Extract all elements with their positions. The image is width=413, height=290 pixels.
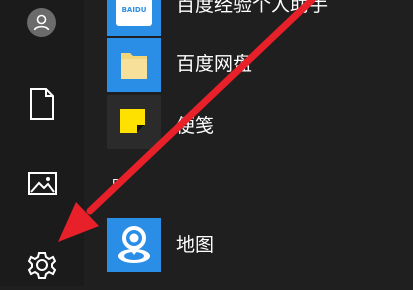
account-button[interactable] <box>22 3 62 43</box>
section-header[interactable]: D <box>112 177 121 191</box>
sticky-note-icon <box>120 109 145 133</box>
sticky-notes-tile <box>107 95 161 149</box>
settings-button[interactable] <box>20 243 64 286</box>
folder-icon <box>121 53 147 79</box>
maps-icon <box>118 226 150 263</box>
user-icon <box>27 8 56 37</box>
gear-icon <box>27 252 57 279</box>
baidu-experience-tile: BAIDU <box>107 0 161 36</box>
app-label: 便笺 <box>176 115 215 137</box>
document-icon <box>30 88 54 120</box>
app-label: 地图 <box>176 234 215 256</box>
app-label: 百度经验个人助手 <box>176 0 329 16</box>
start-menu-left-rail <box>0 0 84 286</box>
tile-text: BAIDU <box>121 6 147 14</box>
documents-button[interactable] <box>22 82 62 126</box>
baidu-netdisk-tile <box>107 38 161 92</box>
app-list: BAIDU 百度经验个人助手 百度网盘 便笺 D 地图 <box>84 0 413 286</box>
baidu-experience-icon: BAIDU <box>116 0 152 26</box>
pictures-button[interactable] <box>22 164 62 204</box>
picture-icon <box>28 172 57 195</box>
maps-tile <box>107 218 161 272</box>
app-label: 百度网盘 <box>176 53 253 75</box>
